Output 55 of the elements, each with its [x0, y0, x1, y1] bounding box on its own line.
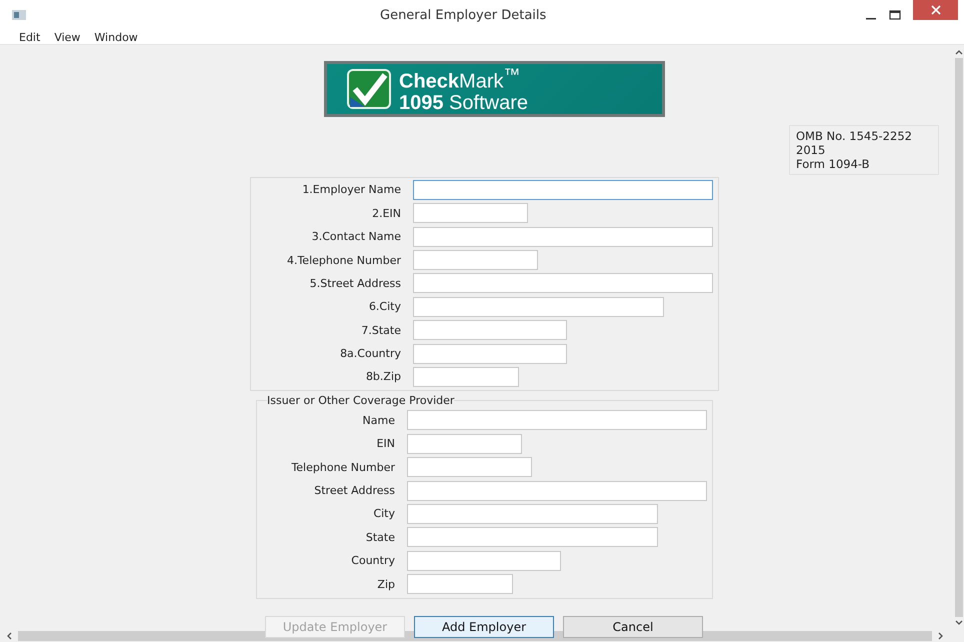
maximize-icon[interactable]: [889, 10, 901, 20]
scroll-left-icon[interactable]: [6, 632, 12, 640]
input-field[interactable]: [413, 320, 567, 340]
input-field[interactable]: [407, 550, 561, 571]
form-info-text: 2015: [796, 143, 826, 157]
input-field[interactable]: [407, 410, 707, 430]
field-label: 7.State: [360, 324, 402, 337]
group-title: Issuer or Other Coverage Provider: [267, 394, 454, 408]
field-label: 3.Contact Name: [310, 230, 402, 244]
field-label: Street Address: [313, 484, 396, 498]
field-label: Name: [362, 414, 396, 427]
field-label: 1.Employer Name: [301, 183, 402, 196]
input-field[interactable]: [413, 226, 713, 247]
field-label: 2.EIN: [371, 206, 402, 220]
app-icon: [12, 10, 26, 20]
field-label: Zip: [376, 578, 396, 591]
input-field[interactable]: [407, 574, 513, 594]
field-label: EIN: [376, 437, 396, 450]
form-info-text: Form 1094-B: [796, 157, 871, 171]
action-button[interactable]: Cancel: [563, 616, 703, 638]
input-field[interactable]: [413, 250, 538, 270]
field-label: 8b.Zip: [364, 370, 402, 384]
field-label: Telephone Number: [290, 460, 396, 474]
form-info-text: OMB No. 1545-2252: [796, 129, 913, 143]
field-label: Country: [350, 554, 396, 568]
scroll-right-icon[interactable]: [938, 632, 944, 640]
scroll-down-icon[interactable]: [954, 620, 962, 626]
field-label: City: [372, 507, 396, 520]
close-button[interactable]: [913, 0, 958, 20]
window-title: General Employer Details: [380, 8, 546, 22]
action-button[interactable]: Add Employer: [414, 616, 554, 638]
scroll-up-icon[interactable]: [954, 49, 962, 55]
field-label: 4.Telephone Number: [286, 254, 402, 267]
field-label: State: [364, 530, 396, 544]
menu-item[interactable]: View: [54, 30, 80, 44]
input-field[interactable]: [407, 457, 532, 478]
input-field[interactable]: [413, 203, 528, 224]
input-field[interactable]: [407, 434, 522, 454]
menu-item[interactable]: Edit: [19, 30, 40, 44]
input-field[interactable]: [407, 480, 707, 501]
logo-text: 1095 Software: [399, 92, 528, 114]
input-field[interactable]: [407, 504, 658, 524]
input-field[interactable]: [413, 344, 567, 364]
field-label: 6.City: [368, 300, 402, 314]
close-icon: [930, 5, 940, 15]
input-field[interactable]: [413, 366, 519, 387]
input-field[interactable]: [413, 273, 713, 294]
checkmark-icon: [347, 68, 391, 109]
field-label: 8a.Country: [339, 347, 402, 360]
input-field[interactable]: [407, 527, 658, 548]
menu-item[interactable]: Window: [94, 30, 138, 44]
input-field[interactable]: [413, 180, 713, 200]
field-label: 5.Street Address: [308, 276, 402, 290]
logo-text: CheckMark$^{™}$: [399, 64, 522, 93]
input-field[interactable]: [413, 296, 664, 317]
